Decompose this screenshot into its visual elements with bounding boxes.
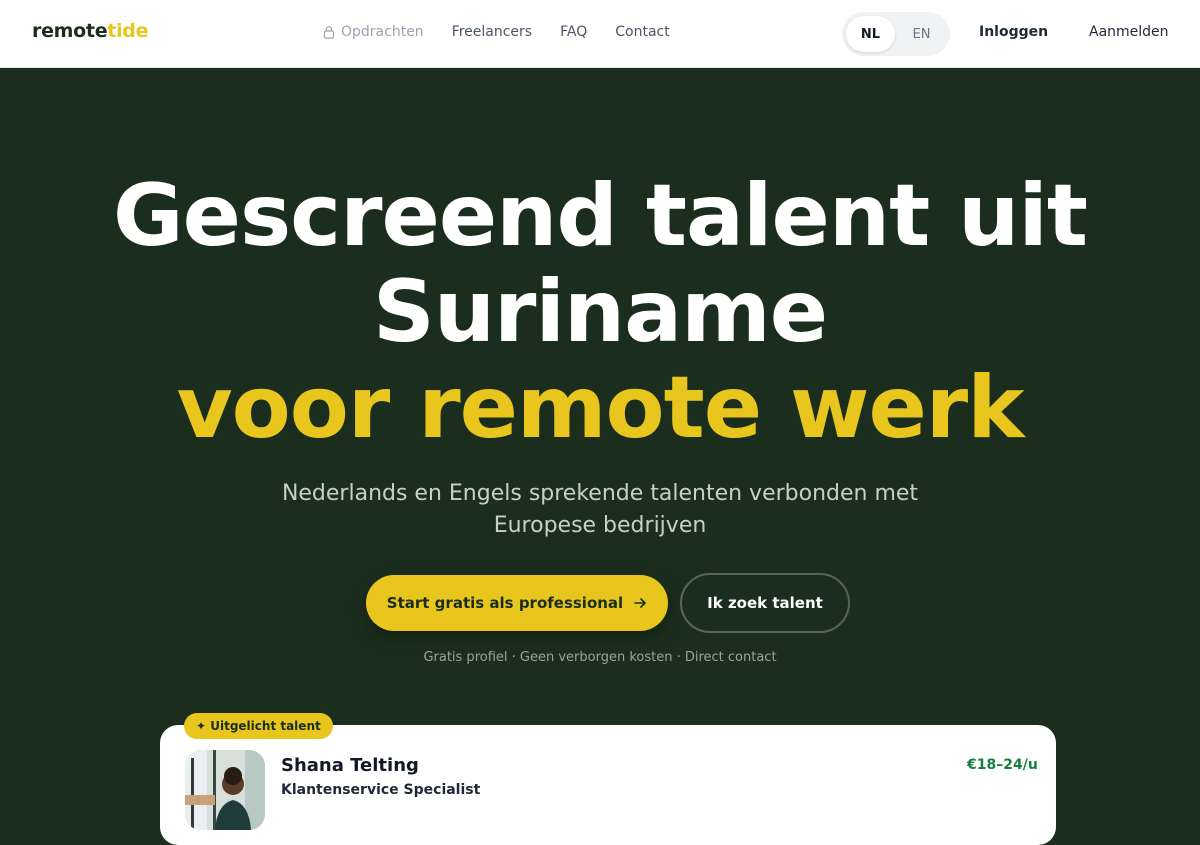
talent-name: Shana Telting — [281, 755, 419, 776]
nav-item-freelancers[interactable]: Freelancers — [452, 24, 532, 40]
start-professional-label: Start gratis als professional — [386, 594, 624, 612]
nav-item-faq[interactable]: FAQ — [560, 24, 587, 40]
site-header: remotetide Opdrachten Freelancers FAQ Co… — [0, 0, 1200, 68]
nav-label-faq: FAQ — [560, 24, 588, 40]
logo-part-remote: remote — [32, 20, 108, 42]
signup-link[interactable]: Aanmelden — [1089, 24, 1169, 40]
hero-subtitle: Nederlands en Engels sprekende talenten … — [281, 481, 919, 538]
hero-title-line1: Gescreend talent uit — [113, 166, 1088, 266]
featured-badge: ✦ Uitgelicht talent — [184, 713, 333, 739]
language-toggle: NL EN — [842, 12, 950, 56]
nav-label-freelancers: Freelancers — [451, 24, 533, 40]
nav-label-contact: Contact — [615, 24, 670, 40]
hero-title: Gescreend talent uit Suriname voor remot… — [0, 168, 1200, 456]
logo-part-tide: tide — [107, 20, 149, 42]
avatar — [185, 750, 265, 830]
arrow-right-icon — [634, 598, 647, 608]
lang-button-en[interactable]: EN — [897, 16, 946, 52]
nav-item-opdrachten[interactable]: Opdrachten — [322, 24, 424, 40]
nav-item-contact[interactable]: Contact — [615, 24, 669, 40]
login-link[interactable]: Inloggen — [979, 24, 1048, 40]
find-talent-label: Ik zoek talent — [707, 594, 823, 612]
logo[interactable]: remotetide — [32, 20, 148, 42]
cta-note: Gratis profiel · Geen verborgen kosten ·… — [423, 650, 777, 665]
hero-title-accent: voor remote werk — [176, 358, 1025, 458]
main-nav: Opdrachten Freelancers FAQ Contact — [322, 24, 698, 40]
avatar-photo — [185, 750, 265, 830]
start-professional-button[interactable]: Start gratis als professional — [366, 575, 668, 631]
nav-label-opdrachten: Opdrachten — [341, 24, 424, 40]
lock-icon — [323, 26, 335, 39]
talent-rate: €18–24/u — [967, 757, 1038, 773]
talent-role: Klantenservice Specialist — [281, 782, 481, 798]
hero-title-line2: Suriname — [372, 262, 828, 362]
lang-button-nl[interactable]: NL — [846, 16, 895, 52]
find-talent-button[interactable]: Ik zoek talent — [680, 573, 850, 633]
